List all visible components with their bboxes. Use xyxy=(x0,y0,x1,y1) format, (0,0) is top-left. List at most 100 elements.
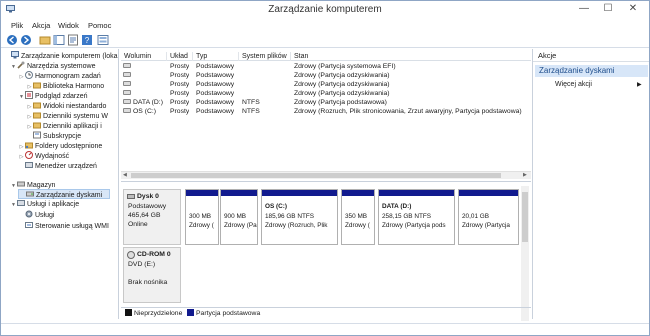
drive-icon xyxy=(123,81,131,86)
legend-swatch-primary xyxy=(187,309,194,316)
close-button[interactable]: ✕ xyxy=(621,2,645,16)
disk-icon xyxy=(26,190,34,198)
services-icon xyxy=(17,199,25,207)
scroll-thumb[interactable] xyxy=(131,173,501,178)
view-icon[interactable] xyxy=(97,34,109,46)
menu-bar: Plik Akcja Widok Pomoc xyxy=(1,19,649,32)
volume-row[interactable]: Prosty Podstawowy Zdrowy (Partycja odzys… xyxy=(121,89,531,98)
tree-item-wmi-control[interactable]: Sterowanie usługą WMI xyxy=(18,221,109,231)
shared-folder-icon xyxy=(25,141,33,149)
maximize-button[interactable]: ☐ xyxy=(597,2,619,16)
drive-icon xyxy=(123,108,131,113)
folder-icon xyxy=(33,111,41,119)
up-folder-icon[interactable] xyxy=(39,34,51,46)
tree-item-custom-views[interactable]: ▷ Widoki niestandardo xyxy=(26,101,106,111)
drive-icon xyxy=(123,99,131,104)
disk-row[interactable]: Dysk 0 Podstawowy 465,64 GB Online 300 M… xyxy=(123,189,523,245)
clock-icon xyxy=(25,71,33,79)
tree-item-task-scheduler[interactable]: ▷ Harmonogram zadań xyxy=(18,71,101,81)
tree-item-event-viewer[interactable]: ▼ Podgląd zdarzeń xyxy=(18,91,88,101)
gear-icon xyxy=(25,210,33,218)
tree-item-performance[interactable]: ▷ Wydajność xyxy=(18,151,69,161)
tree-item-computer-management[interactable]: Zarządzanie komputerem (loka xyxy=(4,51,118,61)
horizontal-scrollbar[interactable]: ◀ ▶ xyxy=(121,171,531,179)
device-icon xyxy=(25,161,33,169)
partition-recovery-1[interactable]: 900 MB Zdrowy (Pa xyxy=(220,189,258,245)
column-volume[interactable]: Wolumin xyxy=(121,52,167,61)
forward-arrow-icon[interactable] xyxy=(20,34,32,46)
column-layout[interactable]: Układ xyxy=(167,52,193,61)
wmi-icon xyxy=(25,221,33,229)
column-status[interactable]: Stan xyxy=(291,52,531,61)
tree-item-scheduler-library[interactable]: ▷ Biblioteka Harmono xyxy=(26,81,104,91)
menu-file[interactable]: Plik xyxy=(11,21,23,30)
computer-icon xyxy=(11,51,19,59)
tree-item-windows-logs[interactable]: ▷ Dzienniki systemu W xyxy=(26,111,108,121)
title-bar: Zarządzanie komputerem — ☐ ✕ xyxy=(1,1,649,19)
collapse-arrow-icon[interactable]: ▼ xyxy=(10,181,17,191)
scroll-thumb[interactable] xyxy=(522,192,528,242)
actions-section-disk-management[interactable]: Zarządzanie dyskami xyxy=(535,65,648,77)
legend: Nieprzydzielone Partycja podstawowa xyxy=(121,307,531,319)
back-arrow-icon[interactable] xyxy=(6,34,18,46)
legend-unallocated: Nieprzydzielone xyxy=(125,308,182,320)
collapse-arrow-icon[interactable]: ▼ xyxy=(10,200,17,210)
partition-os-c[interactable]: OS (C:) 185,96 GB NTFS Zdrowy (Rozruch, … xyxy=(261,189,338,245)
help-icon[interactable]: ? xyxy=(81,34,93,46)
column-filesystem[interactable]: System plików xyxy=(239,52,291,61)
tree-item-shared-folders[interactable]: ▷ Foldery udostępnione xyxy=(18,141,102,151)
volume-row[interactable]: Prosty Podstawowy Zdrowy (Partycja syste… xyxy=(121,62,531,71)
properties-icon[interactable] xyxy=(67,34,79,46)
window-title: Zarządzanie komputerem xyxy=(268,4,382,15)
expand-arrow-icon[interactable]: ▷ xyxy=(18,72,25,82)
volume-row[interactable]: DATA (D:) Prosty Podstawowy NTFS Zdrowy … xyxy=(121,98,531,107)
cdrom-label[interactable]: CD-ROM 0 DVD (E:) Brak nośnika xyxy=(123,247,181,303)
tree-item-services[interactable]: Usługi xyxy=(18,210,54,220)
legend-primary-partition: Partycja podstawowa xyxy=(187,308,260,320)
vertical-scrollbar[interactable] xyxy=(521,186,529,321)
performance-icon xyxy=(25,151,33,159)
status-bar xyxy=(1,323,649,335)
minimize-button[interactable]: — xyxy=(573,2,595,16)
console-tree: Zarządzanie komputerem (loka ▼ Narzędzia … xyxy=(4,49,119,319)
partition-recovery-2[interactable]: 350 MB Zdrowy ( xyxy=(341,189,375,245)
more-actions-link[interactable]: Więcej akcji xyxy=(555,81,592,88)
actions-pane: Akcje Zarządzanie dyskami Więcej akcji ▶ xyxy=(532,49,649,319)
volume-row[interactable]: Prosty Podstawowy Zdrowy (Partycja odzys… xyxy=(121,71,531,80)
partition-recovery-3[interactable]: 20,01 GB Zdrowy (Partycja xyxy=(458,189,519,245)
storage-icon xyxy=(17,180,25,188)
drive-icon xyxy=(123,63,131,68)
submenu-arrow-icon[interactable]: ▶ xyxy=(637,81,642,88)
tree-item-services-apps[interactable]: ▼ Usługi i aplikacje xyxy=(10,199,79,209)
collapse-arrow-icon[interactable]: ▼ xyxy=(10,62,17,72)
menu-view[interactable]: Widok xyxy=(58,21,79,30)
scroll-right-icon[interactable]: ▶ xyxy=(523,172,527,178)
event-icon xyxy=(25,91,33,99)
partition-data-d[interactable]: DATA (D:) 258,15 GB NTFS Zdrowy (Partycj… xyxy=(378,189,455,245)
volume-row[interactable]: OS (C:) Prosty Podstawowy NTFS Zdrowy (R… xyxy=(121,107,531,116)
console-tree-icon[interactable] xyxy=(53,34,65,46)
subscription-icon xyxy=(33,131,41,139)
tree-item-system-tools[interactable]: ▼ Narzędzia systemowe xyxy=(10,61,95,71)
actions-header: Akcje xyxy=(533,51,649,62)
column-type[interactable]: Typ xyxy=(193,52,239,61)
collapse-arrow-icon[interactable]: ▼ xyxy=(18,92,25,102)
tree-item-subscriptions[interactable]: Subskrypcje xyxy=(26,131,81,141)
partition-efi[interactable]: 300 MB Zdrowy ( xyxy=(185,189,219,245)
disk-label[interactable]: Dysk 0 Podstawowy 465,64 GB Online xyxy=(123,189,181,245)
menu-action[interactable]: Akcja xyxy=(32,21,50,30)
menu-help[interactable]: Pomoc xyxy=(88,21,111,30)
tree-item-disk-management[interactable]: Zarządzanie dyskami xyxy=(18,189,110,199)
cdrom-row[interactable]: CD-ROM 0 DVD (E:) Brak nośnika xyxy=(123,247,523,303)
volume-list-header: Wolumin Układ Typ System plików Stan xyxy=(121,51,531,61)
app-window: Zarządzanie komputerem — ☐ ✕ Plik Akcja … xyxy=(0,0,650,336)
drive-icon xyxy=(123,72,131,77)
scroll-left-icon[interactable]: ◀ xyxy=(123,172,127,178)
tree-item-app-logs[interactable]: ▷ Dzienniki aplikacji i xyxy=(26,121,102,131)
tree-item-device-manager[interactable]: Menedżer urządzeń xyxy=(18,161,97,171)
folder-icon xyxy=(33,81,41,89)
hard-disk-icon xyxy=(127,194,135,199)
legend-swatch-unallocated xyxy=(125,309,132,316)
volume-row[interactable]: Prosty Podstawowy Zdrowy (Partycja odzys… xyxy=(121,80,531,89)
cdrom-icon xyxy=(127,251,135,259)
